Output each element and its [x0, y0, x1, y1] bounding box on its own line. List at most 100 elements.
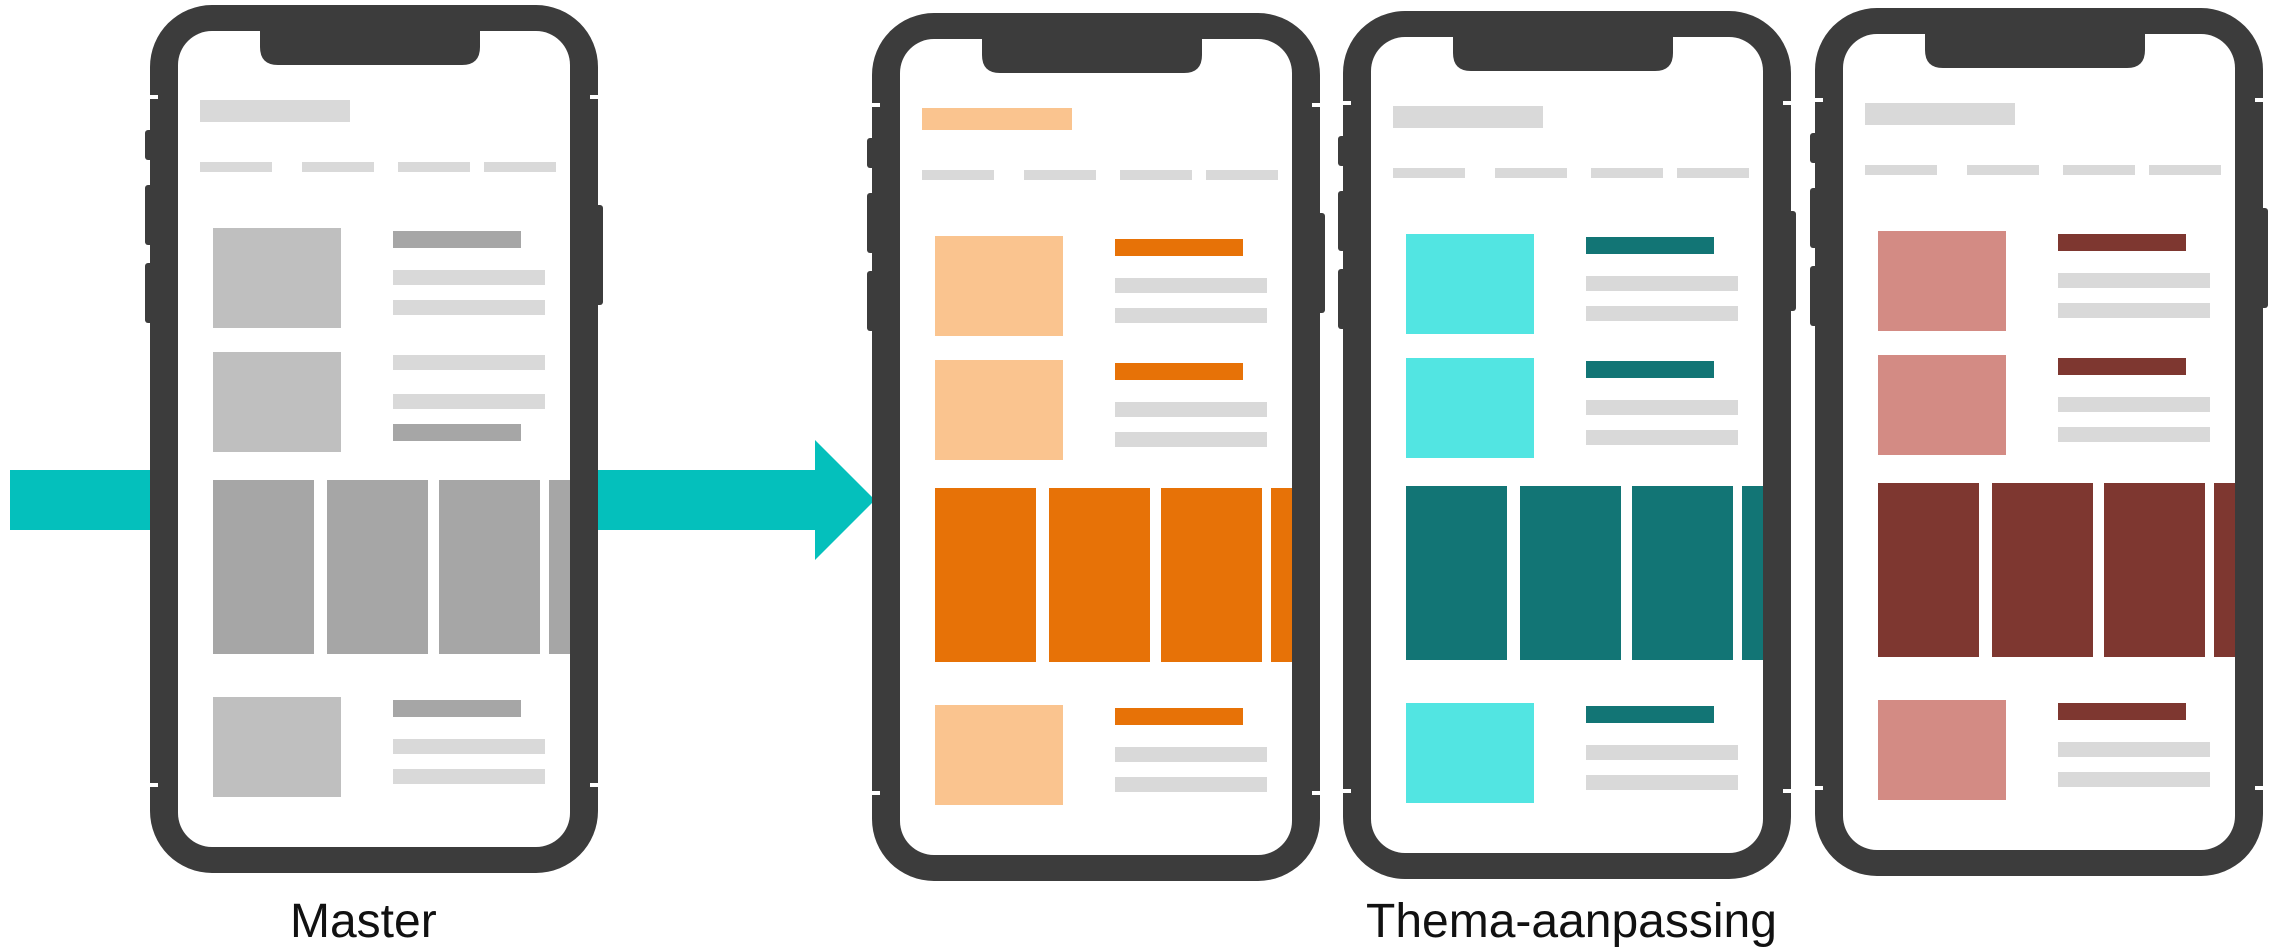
- gallery-tile: [1049, 488, 1150, 662]
- nav-placeholder: [1967, 165, 2039, 175]
- header-placeholder: [1865, 103, 2015, 125]
- theme-customization-caption: Thema-aanpassing: [1366, 895, 1777, 948]
- phone-antenna-line: [870, 791, 880, 795]
- title-placeholder: [2058, 703, 2186, 720]
- text-placeholder: [1586, 745, 1738, 760]
- phone-notch: [260, 31, 480, 65]
- nav-placeholder: [2149, 165, 2221, 175]
- gallery-tile: [1520, 486, 1621, 660]
- gallery-tile: [2104, 483, 2205, 657]
- text-placeholder: [2058, 303, 2210, 318]
- theme-customization-diagram: [10, 5, 2268, 881]
- header-placeholder: [1393, 106, 1543, 128]
- title-placeholder: [1586, 237, 1714, 254]
- phone-antenna-line: [1341, 789, 1351, 793]
- title-placeholder: [1115, 363, 1243, 380]
- nav-placeholder: [1206, 170, 1278, 180]
- nav-placeholder: [1120, 170, 1192, 180]
- text-placeholder: [393, 394, 545, 409]
- nav-placeholder: [1677, 168, 1749, 178]
- phone-antenna-line: [148, 783, 158, 787]
- nav-placeholder: [1024, 170, 1096, 180]
- title-placeholder: [1586, 706, 1714, 723]
- text-placeholder: [1586, 775, 1738, 790]
- phone-notch: [982, 39, 1202, 73]
- header-placeholder: [922, 108, 1072, 130]
- nav-placeholder: [1393, 168, 1465, 178]
- phone-notch: [1453, 37, 1673, 71]
- title-placeholder: [2058, 358, 2186, 375]
- nav-placeholder: [398, 162, 470, 172]
- gallery-tile: [935, 488, 1036, 662]
- nav-placeholder: [1495, 168, 1567, 178]
- text-placeholder: [1115, 308, 1267, 323]
- phone-orange-theme: [867, 13, 1325, 881]
- nav-placeholder: [1591, 168, 1663, 178]
- phone-antenna-line: [1813, 98, 1823, 102]
- nav-placeholder: [200, 162, 272, 172]
- image-placeholder: [1406, 703, 1534, 803]
- title-placeholder: [1115, 708, 1243, 725]
- phone-antenna-line: [870, 103, 880, 107]
- text-placeholder: [2058, 742, 2210, 757]
- phone-antenna-line: [1783, 789, 1793, 793]
- phone-antenna-line: [590, 783, 600, 787]
- gallery-tile: [327, 480, 428, 654]
- title-placeholder: [1586, 361, 1714, 378]
- text-placeholder: [1115, 278, 1267, 293]
- phone-antenna-line: [590, 95, 600, 99]
- image-placeholder: [213, 697, 341, 797]
- nav-placeholder: [484, 162, 556, 172]
- gallery-tile: [213, 480, 314, 654]
- text-placeholder: [393, 355, 545, 370]
- text-placeholder: [393, 270, 545, 285]
- gallery-tile: [439, 480, 540, 654]
- text-placeholder: [1586, 306, 1738, 321]
- gallery-tile: [1992, 483, 2093, 657]
- gallery-tile: [1161, 488, 1262, 662]
- text-placeholder: [393, 300, 545, 315]
- text-placeholder: [1115, 777, 1267, 792]
- image-placeholder: [213, 352, 341, 452]
- text-placeholder: [393, 769, 545, 784]
- phone-notch: [1925, 34, 2145, 68]
- phone-antenna-line: [2255, 786, 2265, 790]
- text-placeholder: [2058, 397, 2210, 412]
- image-placeholder: [1878, 700, 2006, 800]
- image-placeholder: [935, 705, 1063, 805]
- text-placeholder: [1586, 430, 1738, 445]
- nav-placeholder: [302, 162, 374, 172]
- phone-antenna-line: [1813, 786, 1823, 790]
- phone-antenna-line: [1341, 101, 1351, 105]
- title-placeholder: [393, 424, 521, 441]
- nav-placeholder: [2063, 165, 2135, 175]
- text-placeholder: [2058, 427, 2210, 442]
- image-placeholder: [213, 228, 341, 328]
- phone-antenna-line: [1312, 791, 1322, 795]
- text-placeholder: [2058, 772, 2210, 787]
- title-placeholder: [2058, 234, 2186, 251]
- text-placeholder: [1586, 276, 1738, 291]
- image-placeholder: [1878, 231, 2006, 331]
- nav-placeholder: [1865, 165, 1937, 175]
- text-placeholder: [1115, 432, 1267, 447]
- text-placeholder: [393, 739, 545, 754]
- phone-master: [145, 5, 603, 873]
- text-placeholder: [2058, 273, 2210, 288]
- image-placeholder: [935, 236, 1063, 336]
- image-placeholder: [1406, 358, 1534, 458]
- phone-antenna-line: [1312, 103, 1322, 107]
- phone-teal-theme: [1338, 11, 1796, 879]
- image-placeholder: [1406, 234, 1534, 334]
- title-placeholder: [393, 700, 521, 717]
- master-caption: Master: [290, 895, 437, 948]
- image-placeholder: [1878, 355, 2006, 455]
- nav-placeholder: [922, 170, 994, 180]
- gallery-tile: [1632, 486, 1733, 660]
- title-placeholder: [1115, 239, 1243, 256]
- gallery-tile: [1406, 486, 1507, 660]
- header-placeholder: [200, 100, 350, 122]
- text-placeholder: [1115, 747, 1267, 762]
- title-placeholder: [393, 231, 521, 248]
- text-placeholder: [1586, 400, 1738, 415]
